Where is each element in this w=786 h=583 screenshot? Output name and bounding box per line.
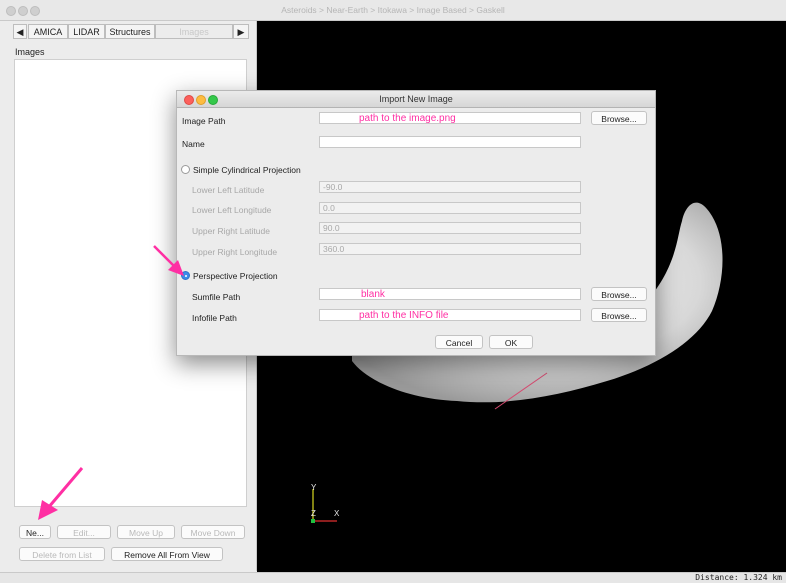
image-path-field[interactable]: path to the image.png (319, 112, 581, 124)
delete-from-list-button[interactable]: Delete from List (19, 547, 105, 561)
remove-all-from-view-button[interactable]: Remove All From View (111, 547, 223, 561)
tab-structures[interactable]: Structures (105, 24, 155, 39)
perspective-projection-label: Perspective Projection (193, 271, 278, 281)
infofile-path-field[interactable]: path to the INFO file (319, 309, 581, 321)
tab-bar: ◀ AMICA LIDAR Structures Images ▶ (13, 23, 256, 41)
upper-right-longitude-field[interactable]: 360.0 (319, 243, 581, 255)
image-path-label: Image Path (182, 116, 226, 126)
upper-right-latitude-label: Upper Right Latitude (192, 226, 270, 236)
dialog-title: Import New Image (379, 94, 453, 104)
simple-cylindrical-radio[interactable] (181, 165, 190, 174)
simple-cylindrical-label: Simple Cylindrical Projection (193, 165, 301, 175)
browse-image-button[interactable]: Browse... (591, 111, 647, 125)
lower-left-latitude-field[interactable]: -90.0 (319, 181, 581, 193)
sumfile-path-value: blank (361, 289, 385, 300)
browse-sumfile-button[interactable]: Browse... (591, 287, 647, 301)
dialog-titlebar: Import New Image (177, 91, 655, 108)
distance-readout: Distance: 1.324 km (695, 573, 782, 582)
annotation-arrow-new-icon (38, 467, 84, 520)
upper-right-latitude-field[interactable]: 90.0 (319, 222, 581, 234)
window-titlebar: Asteroids > Near-Earth > Itokawa > Image… (0, 0, 786, 21)
images-section-label: Images (15, 47, 45, 57)
tab-scroll-right-button[interactable]: ▶ (233, 24, 249, 39)
axis-y-label: Y (311, 483, 317, 492)
browse-infofile-button[interactable]: Browse... (591, 308, 647, 322)
lower-left-longitude-label: Lower Left Longitude (192, 205, 272, 215)
cancel-button[interactable]: Cancel (435, 335, 483, 349)
status-bar: Distance: 1.324 km (0, 572, 786, 583)
sumfile-path-field[interactable]: blank (319, 288, 581, 300)
image-path-value: path to the image.png (359, 113, 456, 124)
tab-images[interactable]: Images (155, 24, 233, 39)
move-up-button[interactable]: Move Up (117, 525, 175, 539)
tab-scroll-left-button[interactable]: ◀ (13, 24, 27, 39)
infofile-path-value: path to the INFO file (359, 310, 449, 321)
lower-left-latitude-label: Lower Left Latitude (192, 185, 265, 195)
import-image-dialog: Import New Image Image Path path to the … (176, 90, 656, 356)
infofile-path-label: Infofile Path (192, 313, 237, 323)
window-title: Asteroids > Near-Earth > Itokawa > Image… (281, 5, 505, 15)
tab-amica[interactable]: AMICA (28, 24, 68, 39)
name-label: Name (182, 139, 205, 149)
upper-right-longitude-label: Upper Right Longitude (192, 247, 278, 257)
lower-left-longitude-field[interactable]: 0.0 (319, 202, 581, 214)
sumfile-path-label: Sumfile Path (192, 292, 241, 302)
annotation-arrow-perspective-icon (153, 245, 184, 276)
move-down-button[interactable]: Move Down (181, 525, 245, 539)
ok-button[interactable]: OK (489, 335, 533, 349)
tab-lidar[interactable]: LIDAR (68, 24, 105, 39)
axis-z-label: Z (311, 509, 316, 518)
axis-x-label: X (334, 509, 340, 518)
name-field[interactable] (319, 136, 581, 148)
